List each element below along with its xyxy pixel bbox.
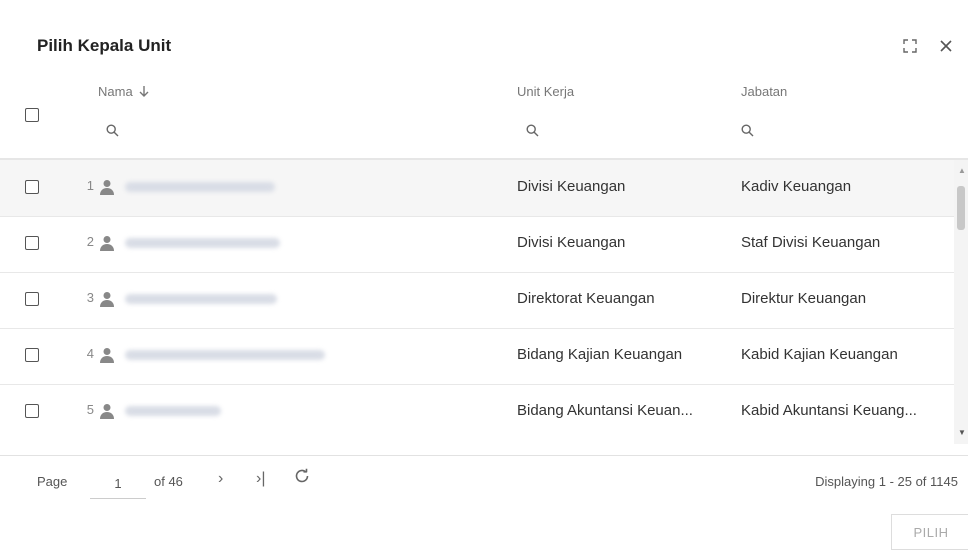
jabatan-cell: Direktur Keuangan (741, 290, 867, 307)
page-label: Page (37, 474, 68, 489)
expand-icon[interactable] (900, 36, 920, 56)
row-checkbox[interactable] (25, 348, 39, 362)
last-page-icon[interactable]: ›| (256, 470, 265, 488)
table-row[interactable]: 4 Bidang Kajian Keuangan Kabid Kajian Ke… (0, 328, 954, 385)
jabatan-cell: Kabid Kajian Keuangan (741, 346, 898, 363)
row-checkbox[interactable] (25, 236, 39, 250)
select-all-checkbox[interactable] (25, 108, 39, 122)
close-icon[interactable] (936, 36, 956, 56)
search-icon[interactable] (741, 124, 754, 142)
paging-toolbar: Page of 46 › ›| Displaying 1 - 25 of 114… (0, 455, 968, 506)
dialog-title: Pilih Kepala Unit (37, 36, 172, 55)
unit-kerja-cell: Divisi Keuangan (517, 234, 626, 251)
scroll-down-arrow-icon[interactable]: ▼ (958, 428, 966, 437)
person-icon (100, 403, 114, 423)
row-number: 5 (86, 402, 94, 417)
next-page-icon[interactable]: › (218, 470, 223, 488)
redacted-name (125, 182, 275, 192)
grid-header: Nama Unit Kerja Jabatan (0, 74, 968, 160)
vertical-scrollbar[interactable]: ▲ ▼ (954, 160, 968, 444)
display-info: Displaying 1 - 25 of 1145 (815, 474, 958, 489)
row-number: 1 (86, 178, 94, 193)
refresh-icon[interactable] (294, 468, 310, 489)
pilih-button[interactable]: PILIH (891, 514, 968, 550)
pilih-kepala-unit-dialog: Pilih Kepala Unit Nama Unit Kerja Jabata… (0, 0, 968, 559)
unit-kerja-cell: Bidang Akuntansi Keuan... (517, 402, 693, 419)
person-icon (100, 347, 114, 367)
jabatan-cell: Kadiv Keuangan (741, 178, 852, 195)
grid-body: 1 Divisi Keuangan Kadiv Keuangan 2 Divis… (0, 160, 954, 440)
jabatan-cell: Kabid Akuntansi Keuang... (741, 402, 917, 419)
row-checkbox[interactable] (25, 404, 39, 418)
unit-kerja-cell: Direktorat Keuangan (517, 290, 655, 307)
column-header-nama[interactable]: Nama (98, 84, 150, 99)
page-count-label: of 46 (154, 474, 183, 489)
unit-kerja-cell: Bidang Kajian Keuangan (517, 346, 683, 363)
person-icon (100, 179, 114, 199)
table-row[interactable]: 3 Direktorat Keuangan Direktur Keuangan (0, 272, 954, 329)
person-icon (100, 291, 114, 311)
row-number: 3 (86, 290, 94, 305)
redacted-name (125, 238, 280, 248)
table-row[interactable]: 2 Divisi Keuangan Staf Divisi Keuangan (0, 216, 954, 273)
person-icon (100, 235, 114, 255)
redacted-name (125, 294, 277, 304)
arrow-down-icon (139, 86, 149, 97)
search-icon[interactable] (526, 124, 539, 142)
scroll-up-arrow-icon[interactable]: ▲ (958, 166, 966, 175)
redacted-name (125, 350, 325, 360)
table-row[interactable]: 1 Divisi Keuangan Kadiv Keuangan (0, 160, 954, 217)
column-header-unit-kerja[interactable]: Unit Kerja (517, 84, 574, 99)
column-header-jabatan[interactable]: Jabatan (741, 84, 787, 99)
column-header-nama-label: Nama (98, 84, 133, 99)
search-icon[interactable] (106, 124, 119, 142)
jabatan-cell: Staf Divisi Keuangan (741, 234, 881, 251)
scrollbar-thumb[interactable] (957, 186, 965, 230)
unit-kerja-cell: Divisi Keuangan (517, 178, 626, 195)
window-controls (900, 36, 956, 56)
row-checkbox[interactable] (25, 292, 39, 306)
row-checkbox[interactable] (25, 180, 39, 194)
redacted-name (125, 406, 221, 416)
page-number-input[interactable] (90, 468, 146, 499)
row-number: 2 (86, 234, 94, 249)
row-number: 4 (86, 346, 94, 361)
table-row[interactable]: 5 Bidang Akuntansi Keuan... Kabid Akunta… (0, 384, 954, 440)
